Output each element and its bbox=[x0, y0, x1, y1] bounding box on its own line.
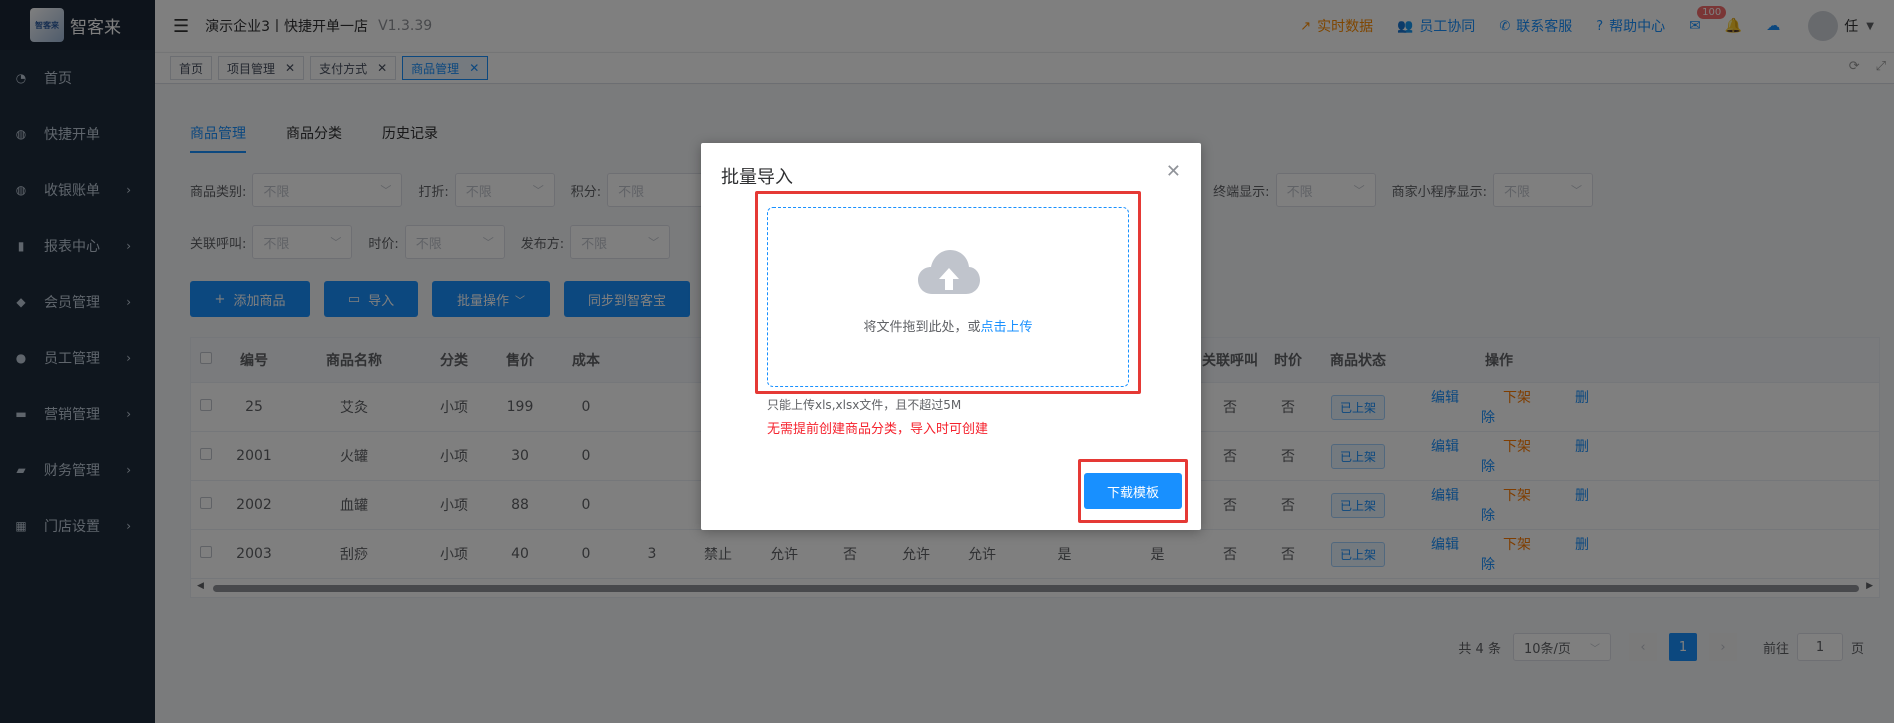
dropzone-text: 将文件拖到此处，或点击上传 bbox=[863, 320, 1033, 335]
upload-dropzone[interactable]: 将文件拖到此处，或点击上传 bbox=[767, 207, 1129, 387]
batch-import-dialog: 批量导入 ✕ 将文件拖到此处，或点击上传 只能上传xls,xlsx文件，且不超过… bbox=[701, 143, 1201, 530]
dialog-title: 批量导入 bbox=[721, 167, 793, 188]
app-root: 智客来 智客来 ◔首页◍快捷开单◍收银账单›▮报表中心›◆会员管理›●员工管理›… bbox=[0, 0, 1894, 723]
click-upload-link[interactable]: 点击上传 bbox=[981, 320, 1033, 335]
category-tip: 无需提前创建商品分类，导入时可创建 bbox=[767, 422, 989, 437]
close-icon[interactable]: ✕ bbox=[1166, 161, 1181, 182]
download-template-button[interactable]: 下载模板 bbox=[1084, 473, 1182, 509]
file-format-tip: 只能上传xls,xlsx文件，且不超过5M bbox=[767, 398, 962, 412]
cloud-upload-icon bbox=[918, 250, 980, 294]
